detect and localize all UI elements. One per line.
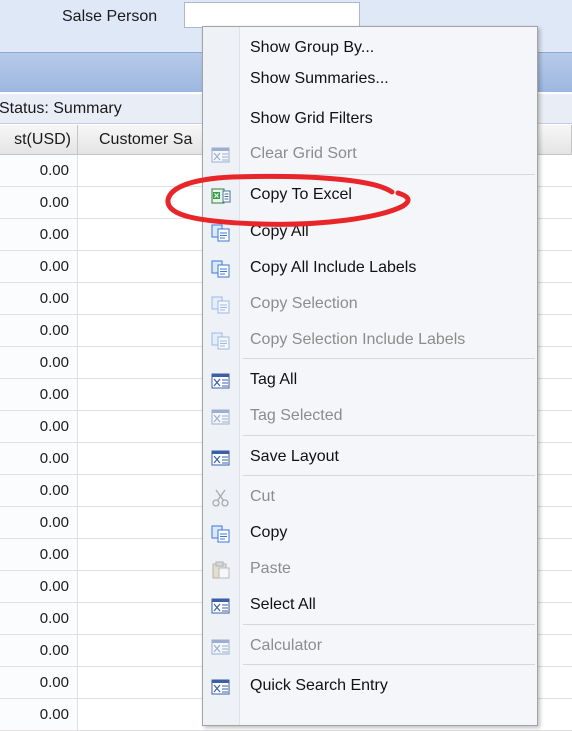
cost-cell[interactable]: 0.00 [0,347,78,378]
menu-item-label: Quick Search Entry [250,677,388,694]
menu-item-show-summaries[interactable]: Show Summaries... [203,65,537,95]
menu-separator [243,358,535,359]
cost-cell[interactable]: 0.00 [0,187,78,218]
salesperson-input[interactable] [184,2,360,28]
grid-icon [211,449,231,467]
menu-separator [243,664,535,665]
cost-cell[interactable]: 0.00 [0,539,78,570]
menu-item-show-group-by[interactable]: Show Group By... [203,34,537,64]
menu-item-clear-grid-sort[interactable]: Clear Grid Sort [203,140,537,170]
menu-item-select-all[interactable]: Select All [203,591,537,621]
cost-cell[interactable]: 0.00 [0,251,78,282]
grid-icon [211,678,231,696]
column-header-cost[interactable]: st(USD) [0,125,78,155]
menu-item-copy[interactable]: Copy [203,519,537,549]
menu-item-save-layout[interactable]: Save Layout [203,443,537,473]
copy-icon [211,525,231,543]
cost-cell[interactable]: 0.00 [0,603,78,634]
copy-icon [211,224,231,242]
cost-cell[interactable]: 0.00 [0,315,78,346]
menu-item-label: Cut [250,488,275,505]
menu-item-label: Tag Selected [250,407,343,424]
menu-item-label: Clear Grid Sort [250,145,357,162]
salesperson-label: Salse Person [62,8,158,25]
menu-item-label: Copy All [250,223,309,240]
menu-item-label: Copy Selection Include Labels [250,331,466,348]
cost-cell[interactable]: 0.00 [0,571,78,602]
cost-cell[interactable]: 0.00 [0,379,78,410]
menu-item-label: Copy Selection [250,295,358,312]
cost-cell[interactable]: 0.00 [0,507,78,538]
cost-cell[interactable]: 0.00 [0,699,78,730]
copy-icon [211,332,231,350]
menu-item-copy-selection-include-labels[interactable]: Copy Selection Include Labels [203,326,537,356]
copy-icon [211,260,231,278]
menu-item-calculator[interactable]: Calculator [203,632,537,662]
menu-item-label: Copy All Include Labels [250,259,417,276]
status-text: Status: Summary [0,100,122,117]
menu-item-copy-all[interactable]: Copy All [203,218,537,248]
menu-item-label: Copy [250,524,288,541]
grid-icon [211,408,231,426]
menu-item-copy-selection[interactable]: Copy Selection [203,290,537,320]
cost-cell[interactable]: 0.00 [0,219,78,250]
menu-item-cut[interactable]: Cut [203,483,537,513]
menu-item-tag-selected[interactable]: Tag Selected [203,402,537,432]
menu-item-label: Save Layout [250,448,339,465]
context-menu: Show Group By... Show Summaries... Show Gr… [202,26,538,726]
cost-cell[interactable]: 0.00 [0,283,78,314]
grid-icon [211,638,231,656]
menu-item-paste[interactable]: Paste [203,555,537,585]
menu-item-label: Tag All [250,371,298,388]
menu-separator [243,435,535,436]
cost-cell[interactable]: 0.00 [0,411,78,442]
cost-cell[interactable]: 0.00 [0,635,78,666]
grid-icon [211,146,231,164]
cost-cell[interactable]: 0.00 [0,443,78,474]
menu-separator [243,624,535,625]
scissors-icon [211,489,231,507]
grid-icon [211,597,231,615]
copy-icon [211,296,231,314]
menu-separator [243,174,535,175]
menu-separator [243,475,535,476]
menu-item-quick-search-entry[interactable]: Quick Search Entry [203,672,537,702]
menu-item-label: Show Grid Filters [250,110,373,127]
menu-item-copy-all-include-labels[interactable]: Copy All Include Labels [203,254,537,284]
menu-item-label: Calculator [250,637,323,654]
menu-item-label: Paste [250,560,291,577]
menu-item-tag-all[interactable]: Tag All [203,366,537,396]
menu-item-show-grid-filters[interactable]: Show Grid Filters [203,105,537,135]
cost-cell[interactable]: 0.00 [0,475,78,506]
clipboard-icon [211,561,231,579]
menu-item-label: Select All [250,596,316,613]
cost-cell[interactable]: 0.00 [0,667,78,698]
excel-icon [211,187,231,205]
grid-icon [211,372,231,390]
cost-cell[interactable]: 0.00 [0,155,78,186]
menu-item-copy-to-excel[interactable]: Copy To Excel [203,181,537,211]
menu-item-label: Copy To Excel [250,186,352,203]
menu-item-label: Show Summaries... [250,70,389,87]
menu-item-label: Show Group By... [250,39,375,56]
